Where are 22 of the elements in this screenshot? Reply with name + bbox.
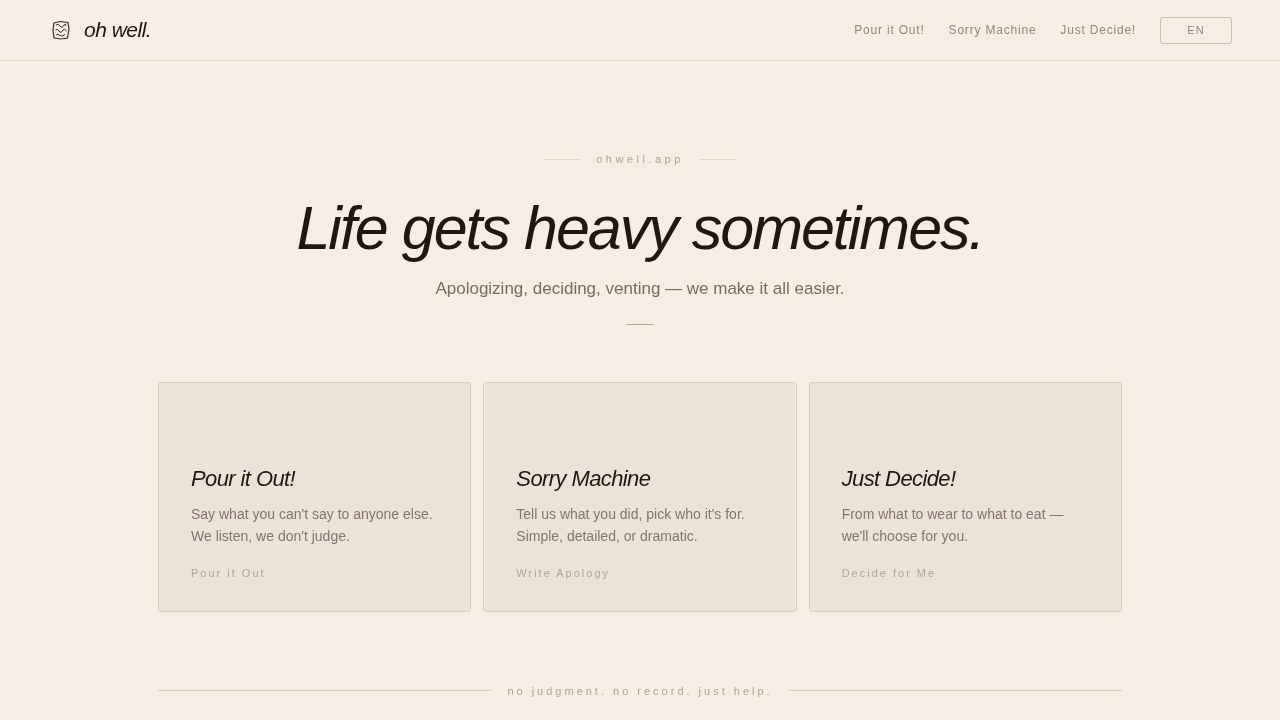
card-description: Tell us what you did, pick who it's for. Simple, detailed, or dramatic.	[516, 504, 746, 546]
card-link[interactable]: Write Apology	[516, 564, 610, 581]
hero-subtitle: Apologizing, deciding, venting — we make it all easier.	[435, 277, 845, 300]
card-description: Say what you can't say to anyone else. We listen, we don't judge.	[191, 504, 434, 546]
card-title: Just Decide!	[841, 464, 957, 493]
brand-name: oh well.	[84, 17, 152, 44]
card-link[interactable]: Decide for Me	[841, 564, 937, 581]
card-link[interactable]: Pour it Out	[191, 564, 266, 581]
card-title: Pour it Out!	[191, 464, 297, 493]
nav-link[interactable]: Just Decide!	[1060, 21, 1136, 39]
card-title: Sorry Machine	[516, 464, 652, 493]
feature-card[interactable]: Just Decide! From what to wear to what to eat — we'll choose for you. Decide for Me	[808, 381, 1122, 612]
footer-tagline: no judgment. no record. just help.	[507, 683, 773, 699]
site-address: ohwell.app	[596, 152, 684, 167]
card-description: From what to wear to what to eat — we'll choose for you.	[841, 504, 1065, 546]
feature-card[interactable]: Sorry Machine Tell us what you did, pick who it's for. Simple, detailed, or dramatic. Write Apology	[483, 381, 797, 612]
language-button[interactable]: EN	[1160, 16, 1232, 44]
nav-link[interactable]: Pour it Out!	[854, 21, 925, 39]
nav-link[interactable]: Sorry Machine	[948, 21, 1037, 39]
logo-icon	[52, 20, 70, 40]
hero-heading: Life gets heavy sometimes.	[296, 192, 984, 264]
feature-card[interactable]: Pour it Out! Say what you can't say to anyone else. We listen, we don't judge. Pour it Out	[158, 381, 472, 612]
